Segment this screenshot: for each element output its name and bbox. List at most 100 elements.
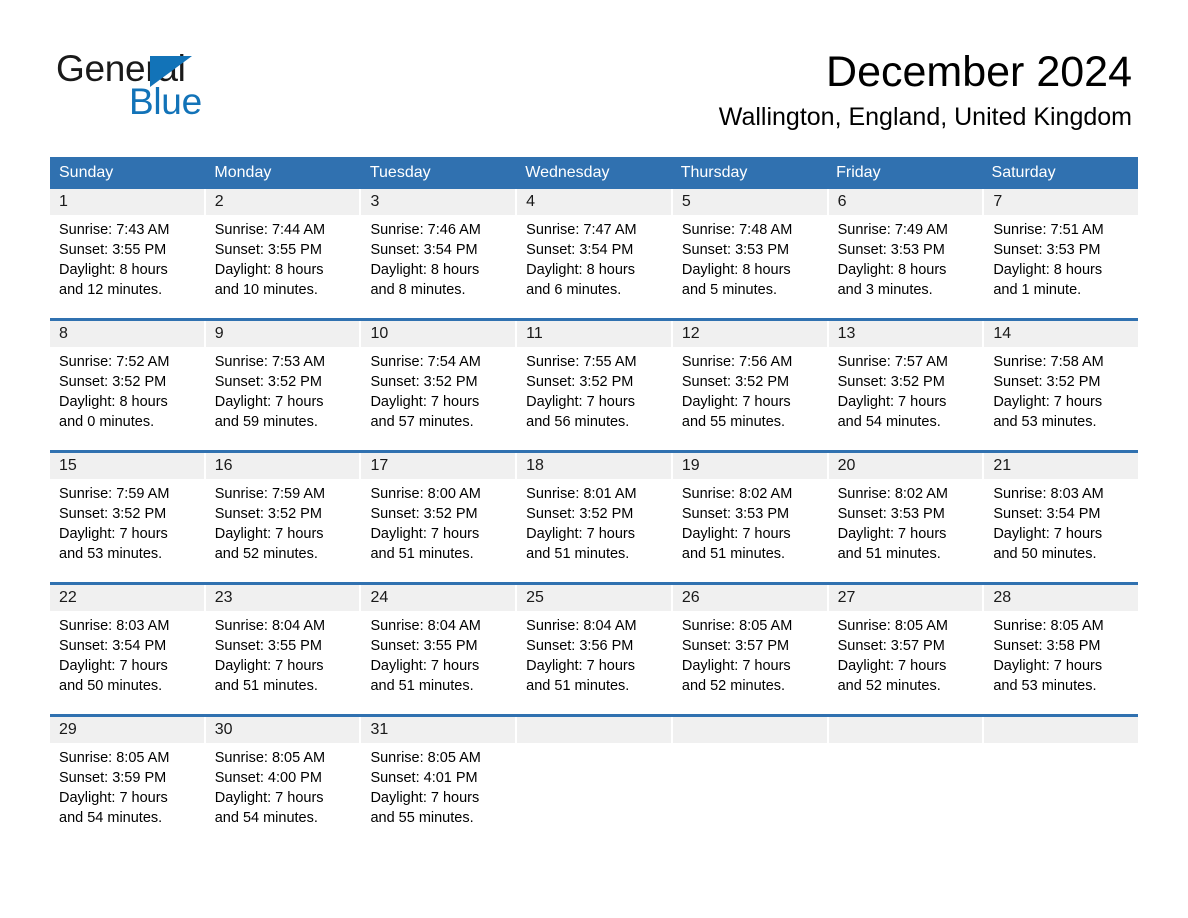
- day-number: 22: [50, 585, 204, 611]
- day-number: 6: [828, 189, 983, 215]
- sunset-text: Sunset: 3:52 PM: [214, 506, 322, 522]
- sunrise-text: Sunrise: 7:58 AM: [993, 354, 1104, 370]
- general-blue-logo[interactable]: General Blue: [56, 50, 256, 122]
- day-cell[interactable]: 1 Sunrise: 7:43 AM Sunset: 3:55 PM Daylight…: [50, 189, 206, 311]
- day-cell[interactable]: 2 Sunrise: 7:44 AM Sunset: 3:55 PM Daylight…: [205, 189, 362, 311]
- day-cell[interactable]: 28 Sunrise: 8:05 AM Sunset: 3:58 PM Dayligh…: [984, 585, 1139, 707]
- daylight-text-line2: and 55 minutes.: [681, 414, 786, 430]
- day-info: Sunrise: 8:05 AM Sunset: 3:57 PM Daylight:…: [673, 611, 827, 696]
- day-cell[interactable]: 5 Sunrise: 7:48 AM Sunset: 3:53 PM Daylight…: [672, 189, 829, 311]
- day-info: Sunrise: 7:59 AM Sunset: 3:52 PM Daylight:…: [206, 479, 360, 564]
- daylight-text-line1: Daylight: 8 hours: [59, 262, 168, 278]
- daylight-text-line1: Daylight: 8 hours: [59, 394, 168, 410]
- day-number: 3: [361, 189, 516, 215]
- day-number: 5: [672, 189, 827, 215]
- day-cell-empty: [828, 717, 985, 839]
- sunrise-text: Sunrise: 8:05 AM: [370, 750, 481, 766]
- day-cell[interactable]: 27 Sunrise: 8:05 AM Sunset: 3:57 PM Dayligh…: [828, 585, 985, 707]
- day-info: Sunrise: 8:02 AM Sunset: 3:53 PM Daylight:…: [829, 479, 983, 564]
- weekday-header-tuesday: Tuesday: [369, 164, 431, 181]
- weekday-header-monday: Monday: [214, 164, 272, 181]
- daylight-text-line2: and 51 minutes.: [526, 546, 630, 562]
- weekday-header-row: Sunday Monday Tuesday Wednesday Thursday…: [50, 157, 1138, 189]
- day-cell[interactable]: 31 Sunrise: 8:05 AM Sunset: 4:01 PM Dayligh…: [361, 717, 518, 839]
- day-cell[interactable]: 8 Sunrise: 7:52 AM Sunset: 3:52 PM Daylight…: [50, 321, 206, 443]
- weekday-header-friday: Friday: [836, 164, 881, 181]
- day-cell[interactable]: 26 Sunrise: 8:05 AM Sunset: 3:57 PM Dayligh…: [672, 585, 829, 707]
- week-row: 29 Sunrise: 8:05 AM Sunset: 3:59 PM Dayligh…: [50, 714, 1139, 839]
- day-number: 13: [828, 321, 983, 347]
- day-number: 2: [205, 189, 360, 215]
- daylight-text-line2: and 50 minutes.: [993, 546, 1097, 562]
- sunset-text: Sunset: 3:52 PM: [59, 506, 167, 522]
- day-cell[interactable]: 11 Sunrise: 7:55 AM Sunset: 3:52 PM Dayligh…: [517, 321, 673, 443]
- day-cell[interactable]: 24 Sunrise: 8:04 AM Sunset: 3:55 PM Dayligh…: [361, 585, 518, 707]
- day-info: Sunrise: 8:05 AM Sunset: 3:57 PM Daylight:…: [829, 611, 983, 696]
- sunrise-text: Sunrise: 7:55 AM: [526, 354, 637, 370]
- sunset-text: Sunset: 3:53 PM: [993, 242, 1101, 258]
- day-cell[interactable]: 21 Sunrise: 8:03 AM Sunset: 3:54 PM Dayligh…: [984, 453, 1139, 575]
- sunset-text: Sunset: 3:52 PM: [993, 374, 1101, 390]
- sunset-text: Sunset: 3:52 PM: [837, 374, 945, 390]
- daylight-text-line2: and 6 minutes.: [526, 282, 622, 298]
- day-info: Sunrise: 8:00 AM Sunset: 3:52 PM Daylight:…: [361, 479, 515, 564]
- daylight-text-line1: Daylight: 8 hours: [526, 262, 635, 278]
- daylight-text-line1: Daylight: 8 hours: [214, 262, 324, 278]
- day-cell[interactable]: 12 Sunrise: 7:56 AM Sunset: 3:52 PM Dayligh…: [672, 321, 829, 443]
- logo-text-blue: Blue: [129, 81, 202, 122]
- daylight-text-line2: and 51 minutes.: [681, 546, 786, 562]
- day-cell[interactable]: 22 Sunrise: 8:03 AM Sunset: 3:54 PM Dayligh…: [50, 585, 206, 707]
- daylight-text-line1: Daylight: 7 hours: [993, 658, 1103, 674]
- day-cell[interactable]: 9 Sunrise: 7:53 AM Sunset: 3:52 PM Daylight…: [205, 321, 362, 443]
- day-cell[interactable]: 6 Sunrise: 7:49 AM Sunset: 3:53 PM Daylight…: [828, 189, 985, 311]
- calendar-page: General Blue December 2024 Wallington, E…: [0, 0, 1188, 918]
- day-info: Sunrise: 8:04 AM Sunset: 3:55 PM Daylight:…: [361, 611, 515, 696]
- day-cell[interactable]: 20 Sunrise: 8:02 AM Sunset: 3:53 PM Dayligh…: [828, 453, 985, 575]
- day-cell[interactable]: 3 Sunrise: 7:46 AM Sunset: 3:54 PM Daylight…: [361, 189, 518, 311]
- day-info: Sunrise: 8:01 AM Sunset: 3:52 PM Daylight:…: [517, 479, 671, 564]
- day-info: Sunrise: 8:04 AM Sunset: 3:56 PM Daylight:…: [517, 611, 671, 696]
- day-cell[interactable]: 18 Sunrise: 8:01 AM Sunset: 3:52 PM Dayligh…: [517, 453, 673, 575]
- daylight-text-line2: and 51 minutes.: [526, 678, 630, 694]
- day-info: Sunrise: 7:43 AM Sunset: 3:55 PM Daylight:…: [50, 215, 204, 300]
- day-cell[interactable]: 30 Sunrise: 8:05 AM Sunset: 4:00 PM Dayligh…: [205, 717, 362, 839]
- day-cell[interactable]: 15 Sunrise: 7:59 AM Sunset: 3:52 PM Dayligh…: [50, 453, 206, 575]
- sunset-text: Sunset: 3:54 PM: [526, 242, 634, 258]
- daylight-text-line2: and 53 minutes.: [993, 678, 1097, 694]
- daylight-text-line1: Daylight: 7 hours: [59, 790, 168, 806]
- day-cell[interactable]: 25 Sunrise: 8:04 AM Sunset: 3:56 PM Dayligh…: [517, 585, 673, 707]
- day-cell[interactable]: 7 Sunrise: 7:51 AM Sunset: 3:53 PM Daylight…: [984, 189, 1139, 311]
- daylight-text-line2: and 51 minutes.: [370, 546, 474, 562]
- day-cell[interactable]: 19 Sunrise: 8:02 AM Sunset: 3:53 PM Dayligh…: [672, 453, 829, 575]
- sunrise-text: Sunrise: 8:03 AM: [59, 618, 170, 634]
- sunrise-text: Sunrise: 8:05 AM: [59, 750, 170, 766]
- sunrise-text: Sunrise: 8:04 AM: [370, 618, 481, 634]
- daylight-text-line1: Daylight: 7 hours: [370, 790, 480, 806]
- day-number: 30: [205, 717, 360, 743]
- week-row: 22 Sunrise: 8:03 AM Sunset: 3:54 PM Dayligh…: [50, 582, 1139, 707]
- weekday-header-sunday: Sunday: [59, 164, 114, 181]
- day-info: Sunrise: 7:55 AM Sunset: 3:52 PM Daylight:…: [517, 347, 671, 432]
- day-info: Sunrise: 7:53 AM Sunset: 3:52 PM Daylight:…: [206, 347, 360, 432]
- day-cell[interactable]: 16 Sunrise: 7:59 AM Sunset: 3:52 PM Dayligh…: [205, 453, 362, 575]
- day-number: 16: [205, 453, 360, 479]
- day-cell[interactable]: 4 Sunrise: 7:47 AM Sunset: 3:54 PM Daylight…: [517, 189, 673, 311]
- daylight-text-line2: and 56 minutes.: [526, 414, 630, 430]
- day-cell[interactable]: 29 Sunrise: 8:05 AM Sunset: 3:59 PM Dayligh…: [50, 717, 206, 839]
- day-cell[interactable]: 10 Sunrise: 7:54 AM Sunset: 3:52 PM Dayligh…: [361, 321, 518, 443]
- day-cell[interactable]: 13 Sunrise: 7:57 AM Sunset: 3:52 PM Dayligh…: [828, 321, 985, 443]
- day-cell-empty: [517, 717, 673, 839]
- day-info: Sunrise: 7:47 AM Sunset: 3:54 PM Daylight:…: [517, 215, 671, 300]
- sunrise-text: Sunrise: 7:43 AM: [59, 222, 170, 238]
- daylight-text-line1: Daylight: 7 hours: [837, 526, 947, 542]
- sunset-text: Sunset: 3:57 PM: [837, 638, 945, 654]
- day-cell[interactable]: 14 Sunrise: 7:58 AM Sunset: 3:52 PM Dayligh…: [984, 321, 1139, 443]
- daylight-text-line1: Daylight: 7 hours: [681, 394, 791, 410]
- daylight-text-line1: Daylight: 7 hours: [993, 394, 1103, 410]
- day-info: Sunrise: 8:05 AM Sunset: 4:01 PM Daylight:…: [361, 743, 515, 828]
- day-cell[interactable]: 17 Sunrise: 8:00 AM Sunset: 3:52 PM Dayligh…: [361, 453, 518, 575]
- sunset-text: Sunset: 3:57 PM: [681, 638, 790, 654]
- sunset-text: Sunset: 4:01 PM: [370, 770, 478, 786]
- day-cell[interactable]: 23 Sunrise: 8:04 AM Sunset: 3:55 PM Dayligh…: [205, 585, 362, 707]
- sunset-text: Sunset: 3:52 PM: [370, 506, 478, 522]
